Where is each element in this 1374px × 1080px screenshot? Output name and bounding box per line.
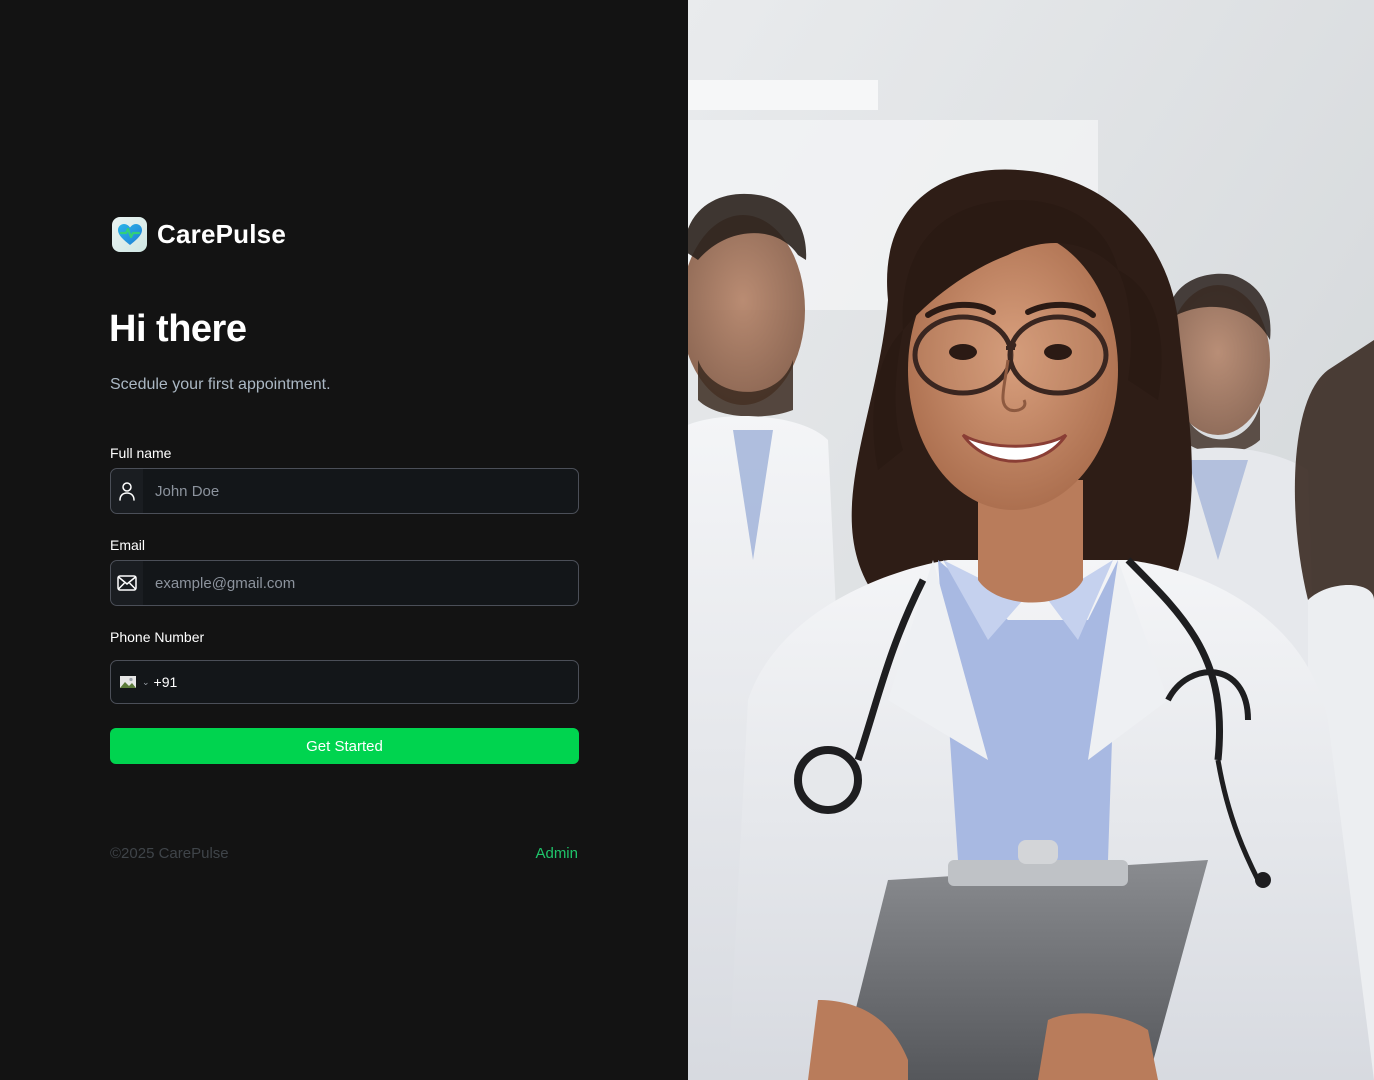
user-icon [111,469,143,513]
admin-link[interactable]: Admin [535,845,578,862]
phone-label: Phone Number [110,629,205,645]
heart-pulse-icon [112,217,147,252]
brand-name: CarePulse [157,219,286,249]
flag-icon[interactable] [120,676,136,688]
phone-country-code[interactable]: +91 [154,674,554,690]
email-field[interactable] [110,560,579,606]
form-panel: CarePulse Hi there Scedule your first ap… [0,0,688,1080]
full-name-input[interactable] [143,469,578,513]
email-label: Email [110,537,146,553]
mail-icon [111,561,143,605]
full-name-label: Full name [110,445,172,461]
onboarding-page: CarePulse Hi there Scedule your first ap… [0,0,1374,1080]
page-title: Hi there [109,308,247,350]
brand-logo[interactable]: CarePulse [112,217,286,252]
hero-image [688,0,1374,1080]
copyright-text: ©2025 CarePulse [110,845,229,862]
chevron-down-icon[interactable]: ⌄ [142,677,150,688]
email-input[interactable] [143,561,578,605]
phone-field[interactable]: ⌄ +91 [110,660,579,704]
get-started-button[interactable]: Get Started [110,728,579,764]
full-name-field[interactable] [110,468,579,514]
page-subtitle: Scedule your first appointment. [110,376,331,393]
doctor-photo [688,0,1374,1080]
